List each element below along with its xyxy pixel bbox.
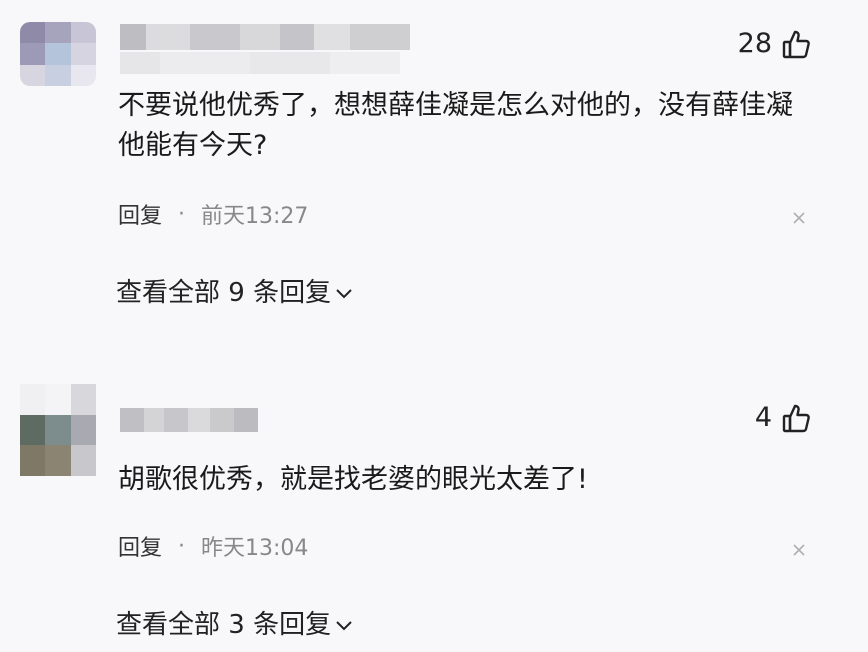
like-count: 28 (737, 28, 772, 59)
comment-text: 不要说他优秀了，想想薛佳凝是怎么对他的，没有薛佳凝他能有今天? (118, 90, 793, 161)
close-icon[interactable] (792, 542, 806, 556)
comment-meta: 回复 · 前天13:27 (118, 198, 308, 230)
comment-item: 28 不要说他优秀了，想想薛佳凝是怎么对他的，没有薛佳凝他能有今天? 回复 · … (0, 0, 868, 330)
view-all-replies-label: 查看全部 9 条回复 (116, 278, 332, 308)
comment-text: 胡歌很优秀，就是找老婆的眼光太差了! (118, 464, 588, 495)
reply-button[interactable]: 回复 (118, 530, 162, 562)
avatar[interactable] (20, 384, 96, 476)
comment-time: 昨天13:04 (201, 536, 309, 561)
username-blurred[interactable] (120, 24, 410, 50)
avatar[interactable] (20, 22, 96, 86)
thumbs-up-icon (782, 29, 810, 59)
view-all-replies-button[interactable]: 查看全部 9 条回复 (116, 272, 353, 309)
reply-button[interactable]: 回复 (118, 198, 162, 230)
close-icon[interactable] (792, 210, 806, 224)
comment-time: 前天13:27 (201, 204, 309, 229)
like-button[interactable]: 28 (738, 28, 810, 59)
chevron-down-icon (335, 608, 353, 638)
like-count: 4 (754, 402, 772, 433)
chevron-down-icon (335, 276, 353, 306)
thumbs-up-icon (782, 403, 810, 433)
view-all-replies-label: 查看全部 3 条回复 (116, 610, 332, 640)
separator-dot: · (178, 201, 186, 227)
username-blurred-secondary (120, 52, 400, 74)
view-all-replies-button[interactable]: 查看全部 3 条回复 (116, 604, 353, 641)
username-blurred[interactable] (120, 408, 258, 432)
separator-dot: · (178, 533, 186, 559)
like-button[interactable]: 4 (755, 402, 810, 433)
comment-meta: 回复 · 昨天13:04 (118, 530, 308, 562)
